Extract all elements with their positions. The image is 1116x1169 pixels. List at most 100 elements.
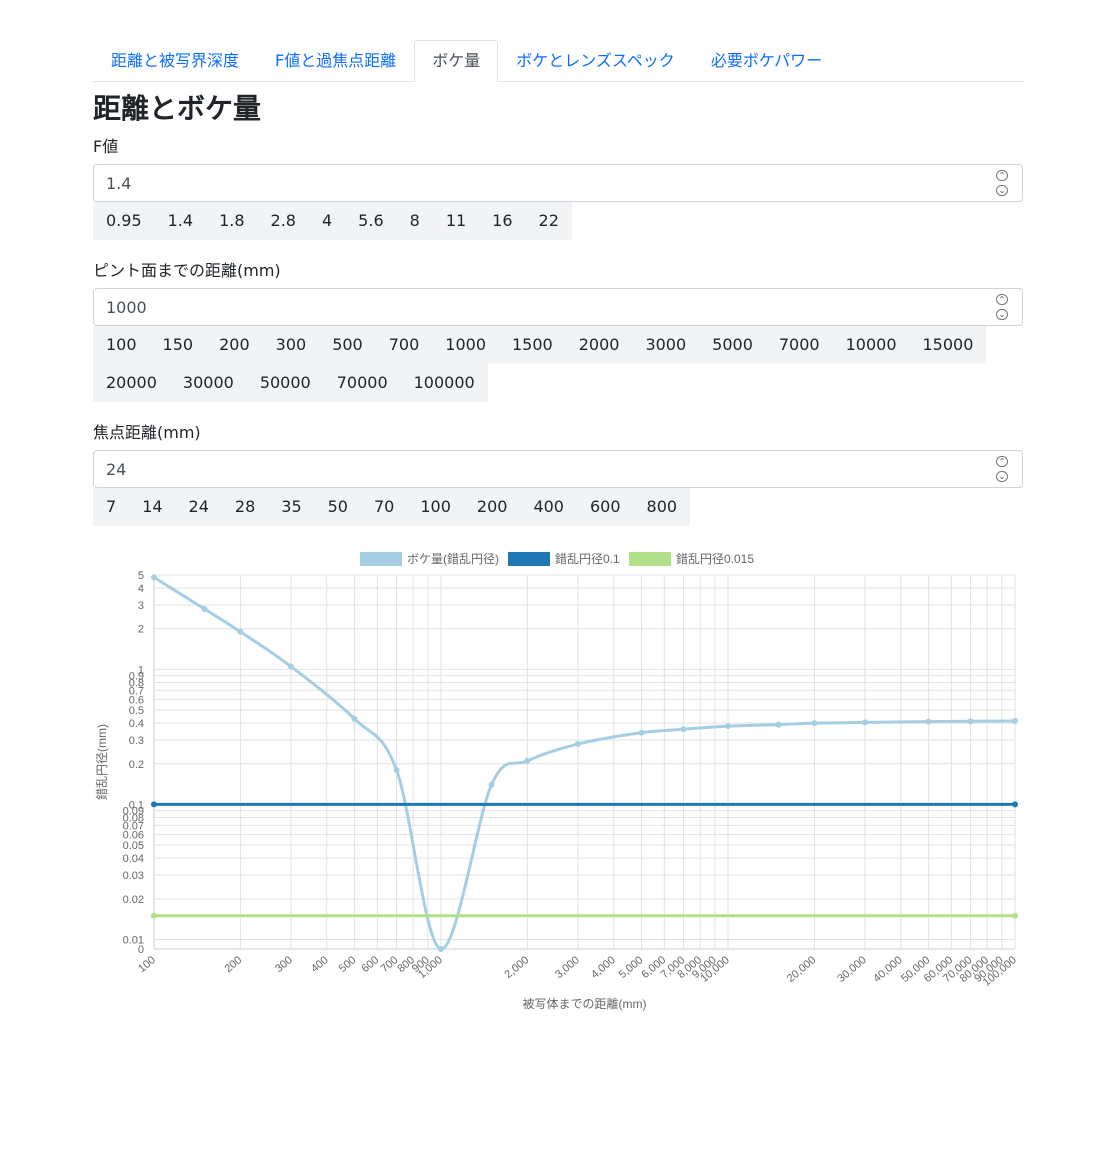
spin-down-icon[interactable]: ⌄ [996,309,1008,320]
fnumber-preset-button[interactable]: 2.8 [257,202,309,240]
spin-up-icon[interactable]: ⌃ [996,170,1008,181]
fnumber-preset-button[interactable]: 8 [396,202,433,240]
legend-label: 錯乱円径0.015 [676,551,754,566]
distance-preset-button[interactable]: 700 [375,326,433,364]
distance-preset-button[interactable]: 3000 [632,326,700,364]
spin-down-icon[interactable]: ⌄ [996,185,1008,196]
fnumber-preset-button[interactable]: 5.6 [345,202,397,240]
data-point [574,741,581,748]
focal-preset-button[interactable]: 800 [633,488,691,526]
x-tick-label: 5,000 [617,954,646,981]
legend-swatch [360,552,402,566]
distance-section: ピント面までの距離(mm) ⌃⌄ 10015020030050070010001… [93,260,1023,402]
distance-preset-button[interactable]: 10000 [832,326,910,364]
tab-4[interactable]: 必要ボケパワー [693,40,840,82]
distance-preset-button[interactable]: 100 [93,326,150,364]
data-point [811,720,818,727]
fnumber-presets: 0.95 1.4 1.8 2.8 4 5.6 8 11 16 22 [93,202,1023,240]
y-tick-label: 0.02 [123,894,144,906]
distance-preset-button[interactable]: 200 [206,326,263,364]
y-tick-label: 0.05 [123,840,144,852]
fnumber-preset-button[interactable]: 22 [525,202,572,240]
distance-preset-button[interactable]: 5000 [699,326,766,364]
distance-preset-button[interactable]: 1500 [499,326,566,364]
focal-field: ⌃⌄ [93,450,1023,488]
data-point [151,574,157,581]
x-tick-label: 400 [309,954,331,975]
fnumber-preset-button[interactable]: 16 [479,202,526,240]
focal-section: 焦点距離(mm) ⌃⌄ 7142428355070100200400600800 [93,422,1023,526]
distance-preset-button[interactable]: 500 [319,326,376,364]
y-tick-label: 3 [138,600,144,612]
fnumber-spinner[interactable]: ⌃ ⌄ [996,170,1010,196]
y-tick-label: 5 [138,570,144,582]
data-point [393,766,400,773]
focal-preset-button[interactable]: 100 [407,488,464,526]
tab-0[interactable]: 距離と被写界深度 [93,40,257,82]
y-tick-label: 1 [138,664,144,676]
tab-1[interactable]: F値と過焦点距離 [257,40,414,82]
focal-presets: 7 14 24 28 35 50 70 100 200 400 600 800 [93,488,1023,526]
x-tick-label: 4,000 [589,954,618,981]
tab-2[interactable]: ボケ量 [414,40,499,82]
distance-preset-button[interactable]: 20000 [93,364,170,402]
fnumber-input[interactable] [94,165,998,201]
distance-preset-button[interactable]: 2000 [565,326,633,364]
data-point [967,718,974,725]
x-tick-label: 200 [223,954,245,975]
fnumber-preset-button[interactable]: 11 [432,202,480,240]
focal-preset-button[interactable]: 7 [93,488,130,526]
data-point [1012,717,1018,724]
distance-presets: 100 150 200 300 500 700 1000 1500 2000 3000 5000 70… [93,326,993,402]
x-tick-label: 2,000 [503,954,532,981]
data-point [351,715,358,722]
data-point [488,781,495,788]
tab-3[interactable]: ボケとレンズスペック [498,40,693,82]
focal-preset-button[interactable]: 400 [520,488,577,526]
distance-preset-button[interactable]: 7000 [765,326,833,364]
y-tick-label: 0.04 [123,853,144,865]
focal-preset-button[interactable]: 600 [576,488,634,526]
focal-preset-button[interactable]: 70 [360,488,408,526]
distance-preset-button[interactable]: 70000 [323,364,401,402]
main-container: 距離と被写界深度 F値と過焦点距離 ボケ量 ボケとレンズスペック 必要ボケパワー 距離と… [93,40,1023,546]
x-tick-label: 500 [337,954,359,975]
focal-preset-button[interactable]: 28 [221,488,269,526]
data-point [237,628,244,635]
data-point [287,663,294,670]
series-line-0 [153,576,1016,951]
fnumber-preset-button[interactable]: 0.95 [93,202,155,240]
tab-bar: 距離と被写界深度 F値と過焦点距離 ボケ量 ボケとレンズスペック 必要ボケパワー [93,40,1023,82]
distance-preset-button[interactable]: 300 [262,326,320,364]
spin-up-icon[interactable]: ⌃ [996,456,1008,467]
data-point [638,729,645,736]
data-point [151,912,157,919]
spin-down-icon[interactable]: ⌄ [996,471,1008,482]
distance-preset-button[interactable]: 50000 [246,364,324,402]
distance-field: ⌃⌄ [93,288,1023,326]
focal-preset-button[interactable]: 24 [175,488,222,526]
data-point [925,718,932,725]
fnumber-label: F値 [93,137,119,156]
distance-preset-button[interactable]: 150 [149,326,207,364]
distance-preset-button[interactable]: 30000 [169,364,247,402]
focal-preset-button[interactable]: 14 [129,488,176,526]
focal-preset-button[interactable]: 35 [268,488,315,526]
distance-spinner[interactable]: ⌃ ⌄ [996,294,1010,320]
fnumber-preset-button[interactable]: 1.4 [154,202,207,240]
legend-label: ボケ量(錯乱円径) [407,551,499,566]
focal-spinner[interactable]: ⌃ ⌄ [996,456,1010,482]
fnumber-preset-button[interactable]: 4 [308,202,346,240]
distance-preset-button[interactable]: 15000 [909,326,987,364]
y-tick-label: 0.5 [129,705,144,717]
spin-up-icon[interactable]: ⌃ [996,294,1008,305]
focal-input[interactable] [94,451,998,487]
distance-input[interactable] [94,289,998,325]
distance-preset-button[interactable]: 1000 [432,326,499,364]
data-point [151,801,157,808]
focal-preset-button[interactable]: 50 [314,488,361,526]
distance-preset-button[interactable]: 100000 [400,364,488,402]
fnumber-preset-button[interactable]: 1.8 [206,202,258,240]
y-tick-label: 0.2 [129,759,144,771]
focal-preset-button[interactable]: 200 [463,488,521,526]
